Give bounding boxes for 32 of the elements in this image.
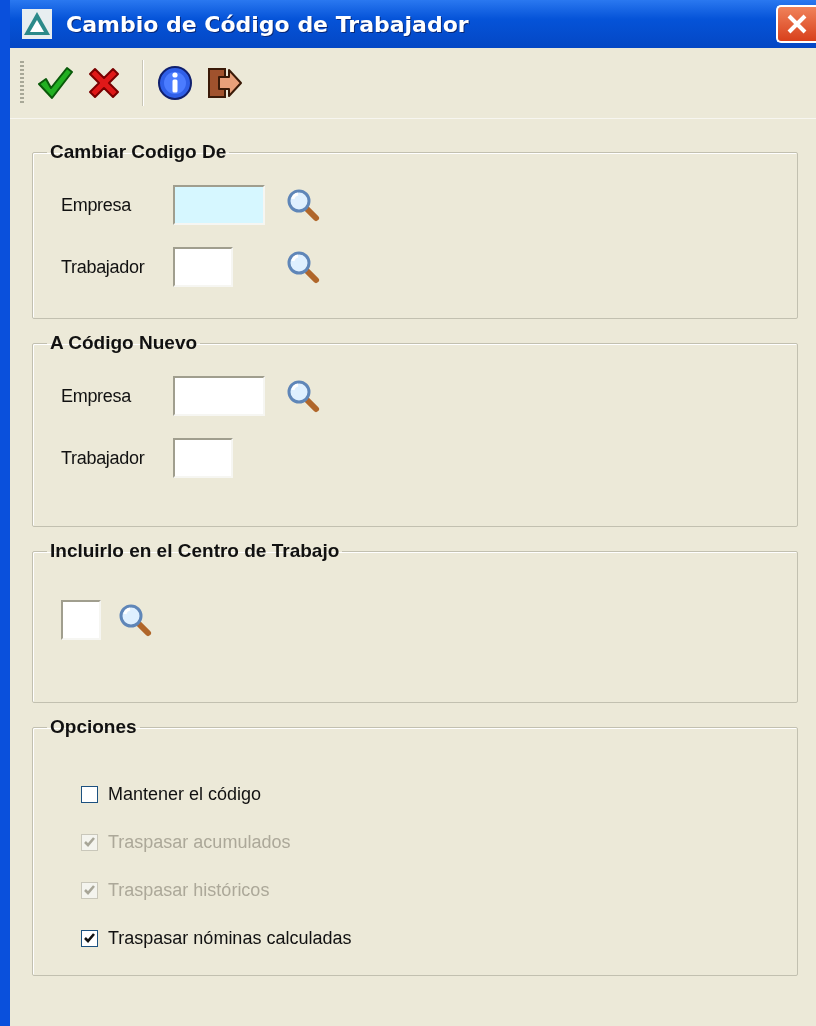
field-label: Trabajador <box>61 256 146 278</box>
input-field[interactable] <box>61 600 101 640</box>
close-button[interactable] <box>776 5 816 43</box>
input-field[interactable] <box>173 438 233 478</box>
input-field[interactable] <box>173 376 265 416</box>
checkbox[interactable] <box>81 929 98 947</box>
checkbox[interactable] <box>81 785 98 803</box>
checkbox-label: Traspasar nóminas calculadas <box>108 927 352 949</box>
field-label: Empresa <box>61 385 133 407</box>
checkbox-label: Traspasar históricos <box>108 879 270 901</box>
cross-icon <box>87 67 121 99</box>
field-label: Trabajador <box>61 447 146 469</box>
app-icon <box>22 9 52 39</box>
group-title: Cambiar Codigo De <box>49 141 228 163</box>
exit-icon <box>207 66 243 100</box>
search-icon[interactable] <box>285 249 321 285</box>
group-title: Opciones <box>49 716 138 738</box>
search-icon[interactable] <box>285 378 321 414</box>
checkbox-label: Mantener el código <box>108 783 262 805</box>
input-field[interactable] <box>173 185 265 225</box>
field-label: Empresa <box>61 194 133 216</box>
window-title: Cambio de Código de Trabajador <box>66 11 470 37</box>
close-icon <box>786 13 808 35</box>
search-icon[interactable] <box>117 602 153 638</box>
toolbar-grip[interactable] <box>20 61 24 105</box>
info-icon <box>157 65 193 101</box>
checkbox-label: Traspasar acumulados <box>108 831 291 853</box>
group-title: Incluirlo en el Centro de Trabajo <box>49 540 341 562</box>
search-icon[interactable] <box>285 187 321 223</box>
input-field[interactable] <box>173 247 233 287</box>
check-icon <box>37 66 73 100</box>
group-title: A Código Nuevo <box>49 332 199 354</box>
